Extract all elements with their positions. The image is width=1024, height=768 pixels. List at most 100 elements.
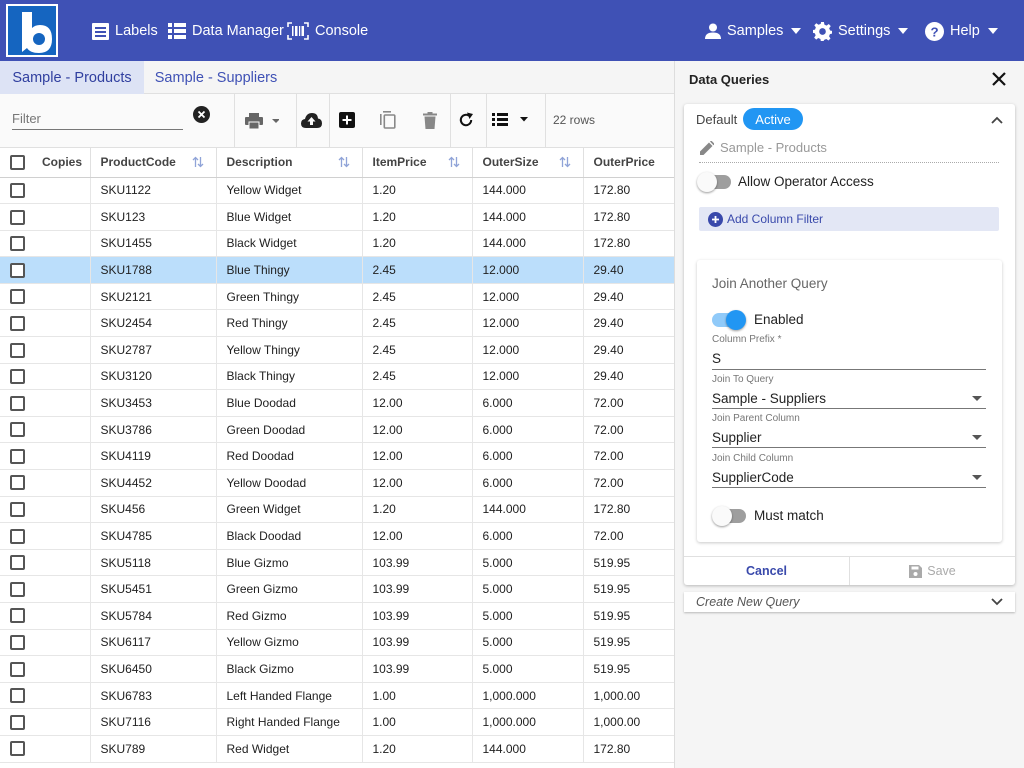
table-row[interactable]: SKU5451 Green Gizmo 103.99 5.000 519.95	[0, 575, 674, 603]
outer-size-cell[interactable]: 5.000	[472, 655, 584, 683]
outer-size-cell[interactable]: 1,000.000	[472, 682, 584, 710]
copies-cell[interactable]	[32, 256, 91, 284]
clear-filter-button[interactable]	[192, 105, 210, 123]
product-code-cell[interactable]: SKU4452	[90, 469, 217, 497]
create-new-query-row[interactable]: Create New Query	[684, 592, 1015, 612]
table-row[interactable]: SKU1455 Black Widget 1.20 144.000 172.80	[0, 230, 674, 258]
table-row[interactable]: SKU6117 Yellow Gizmo 103.99 5.000 519.95	[0, 629, 674, 657]
description-cell[interactable]: Red Widget	[216, 735, 363, 763]
row-checkbox[interactable]	[10, 448, 25, 464]
copies-cell[interactable]	[32, 230, 91, 258]
outer-price-cell[interactable]: 29.40	[583, 363, 674, 391]
column-header-description[interactable]: Description	[216, 148, 363, 178]
outer-price-cell[interactable]: 1,000.00	[583, 708, 674, 736]
add-column-filter-button[interactable]: Add Column Filter	[699, 207, 999, 231]
outer-size-cell[interactable]: 6.000	[472, 416, 584, 444]
row-checkbox[interactable]	[10, 262, 25, 278]
nav-data-manager[interactable]: Data Manager	[168, 18, 284, 44]
outer-price-cell[interactable]: 29.40	[583, 256, 674, 284]
product-code-cell[interactable]: SKU5451	[90, 575, 217, 603]
outer-price-cell[interactable]: 172.80	[583, 496, 674, 524]
description-cell[interactable]: Yellow Thingy	[216, 336, 363, 364]
product-code-cell[interactable]: SKU456	[90, 496, 217, 524]
product-code-cell[interactable]: SKU3786	[90, 416, 217, 444]
outer-size-cell[interactable]: 6.000	[472, 522, 584, 550]
collapse-query-button[interactable]	[989, 113, 1005, 127]
outer-size-cell[interactable]: 5.000	[472, 549, 584, 577]
description-cell[interactable]: Red Gizmo	[216, 602, 363, 630]
outer-size-cell[interactable]: 144.000	[472, 230, 584, 258]
copies-cell[interactable]	[32, 283, 91, 311]
product-code-cell[interactable]: SKU5784	[90, 602, 217, 630]
copy-button[interactable]	[378, 110, 398, 130]
description-cell[interactable]: Yellow Gizmo	[216, 629, 363, 657]
description-cell[interactable]: Blue Doodad	[216, 389, 363, 417]
nav-samples-menu[interactable]: Samples	[705, 18, 802, 44]
row-checkbox[interactable]	[10, 395, 25, 411]
description-cell[interactable]: Black Gizmo	[216, 655, 363, 683]
row-checkbox[interactable]	[10, 635, 25, 651]
must-match-toggle[interactable]	[712, 506, 746, 526]
tab-sample-suppliers[interactable]: Sample - Suppliers	[144, 61, 288, 94]
add-row-button[interactable]	[337, 110, 357, 130]
item-price-cell[interactable]: 103.99	[362, 629, 473, 657]
item-price-cell[interactable]: 103.99	[362, 655, 473, 683]
column-prefix-field[interactable]: S	[712, 348, 986, 370]
outer-price-cell[interactable]: 72.00	[583, 389, 674, 417]
table-row[interactable]: SKU6450 Black Gizmo 103.99 5.000 519.95	[0, 655, 674, 683]
item-price-cell[interactable]: 1.00	[362, 708, 473, 736]
row-checkbox[interactable]	[10, 209, 25, 225]
product-code-cell[interactable]: SKU3453	[90, 389, 217, 417]
product-code-cell[interactable]: SKU2787	[90, 336, 217, 364]
copies-cell[interactable]	[32, 549, 91, 577]
sort-icon[interactable]	[192, 156, 204, 171]
nav-console[interactable]: Console	[287, 18, 368, 44]
description-cell[interactable]: Left Handed Flange	[216, 682, 363, 710]
item-price-cell[interactable]: 1.20	[362, 177, 473, 205]
outer-size-cell[interactable]: 6.000	[472, 442, 584, 471]
copies-cell[interactable]	[32, 203, 91, 231]
outer-size-cell[interactable]: 1,000.000	[472, 708, 584, 736]
refresh-button[interactable]	[455, 110, 477, 130]
item-price-cell[interactable]: 103.99	[362, 549, 473, 577]
outer-size-cell[interactable]: 12.000	[472, 283, 584, 311]
description-cell[interactable]: Green Thingy	[216, 283, 363, 311]
cancel-button[interactable]: Cancel	[684, 557, 849, 585]
table-row[interactable]: SKU5118 Blue Gizmo 103.99 5.000 519.95	[0, 549, 674, 577]
outer-price-cell[interactable]: 172.80	[583, 735, 674, 763]
table-row[interactable]: SKU4119 Red Doodad 12.00 6.000 72.00	[0, 442, 674, 471]
copies-cell[interactable]	[32, 177, 91, 205]
column-header-copies[interactable]: Copies	[32, 148, 91, 178]
join-to-query-select[interactable]: Sample - Suppliers	[712, 389, 986, 409]
row-checkbox[interactable]	[10, 555, 25, 571]
table-row[interactable]: SKU6783 Left Handed Flange 1.00 1,000.000 1,…	[0, 682, 674, 710]
outer-price-cell[interactable]: 1,000.00	[583, 682, 674, 710]
item-price-cell[interactable]: 1.20	[362, 203, 473, 231]
product-code-cell[interactable]: SKU6117	[90, 629, 217, 657]
description-cell[interactable]: Black Widget	[216, 230, 363, 258]
row-checkbox[interactable]	[10, 528, 25, 544]
row-checkbox[interactable]	[10, 422, 25, 438]
item-price-cell[interactable]: 2.45	[362, 309, 473, 338]
table-row[interactable]: SKU3453 Blue Doodad 12.00 6.000 72.00	[0, 389, 674, 417]
description-cell[interactable]: Black Doodad	[216, 522, 363, 550]
copies-cell[interactable]	[32, 389, 91, 417]
table-row[interactable]: SKU3786 Green Doodad 12.00 6.000 72.00	[0, 416, 674, 444]
table-row[interactable]: SKU1788 Blue Thingy 2.45 12.000 29.40	[0, 256, 674, 284]
item-price-cell[interactable]: 12.00	[362, 469, 473, 497]
product-code-cell[interactable]: SKU2121	[90, 283, 217, 311]
product-code-cell[interactable]: SKU3120	[90, 363, 217, 391]
nav-labels[interactable]: Labels	[92, 18, 158, 44]
outer-size-cell[interactable]: 6.000	[472, 389, 584, 417]
table-row[interactable]: SKU3120 Black Thingy 2.45 12.000 29.40	[0, 363, 674, 391]
sort-icon[interactable]	[448, 156, 460, 171]
product-code-cell[interactable]: SKU1455	[90, 230, 217, 258]
product-code-cell[interactable]: SKU5118	[90, 549, 217, 577]
row-checkbox[interactable]	[10, 475, 25, 491]
description-cell[interactable]: Black Thingy	[216, 363, 363, 391]
row-checkbox[interactable]	[10, 502, 25, 518]
delete-button[interactable]	[420, 110, 440, 130]
outer-price-cell[interactable]: 29.40	[583, 283, 674, 311]
copies-cell[interactable]	[32, 708, 91, 736]
outer-price-cell[interactable]: 72.00	[583, 442, 674, 471]
